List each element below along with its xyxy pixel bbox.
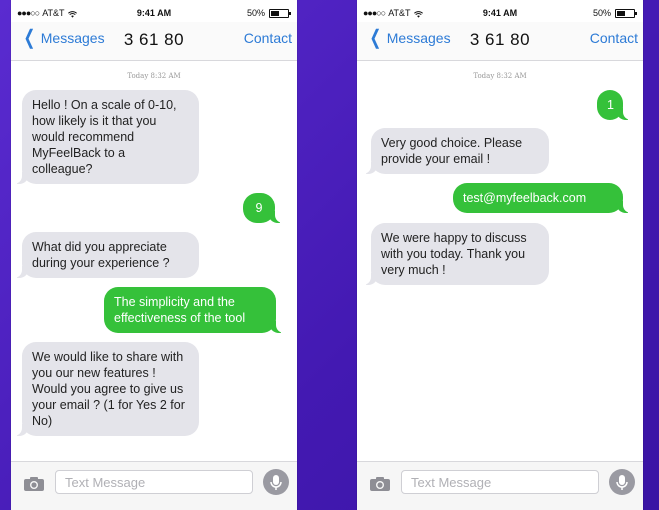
battery-icon (269, 8, 291, 18)
battery-info: 50% (246, 8, 291, 18)
message-text: We would like to share with you our new … (32, 350, 185, 428)
contact-button[interactable]: Contact (590, 30, 638, 46)
contact-button[interactable]: Contact (244, 30, 292, 46)
thread-timestamp: Today 8:32 AM (473, 72, 527, 80)
thread-timestamp: Today 8:32 AM (127, 72, 181, 80)
message-text: Very good choice. Please provide your em… (381, 136, 523, 166)
microphone-icon (616, 475, 628, 490)
message-text: The simplicity and the effectiveness of … (114, 295, 246, 325)
message-incoming: We were happy to discuss with you today.… (361, 223, 549, 285)
message-input[interactable]: Text Message (55, 470, 253, 494)
message-outgoing: 1 (597, 90, 633, 120)
phone-screen-right: ●●●○○ AT&T 9:41 AM 50% ❮ Messages 3 61 8… (357, 0, 643, 510)
message-incoming: We would like to share with you our new … (12, 342, 199, 436)
battery-fill (271, 10, 279, 16)
message-text: What did you appreciate during your expe… (32, 240, 170, 270)
message-text: Hello ! On a scale of 0-10, how likely i… (32, 98, 177, 176)
battery-percent: 50% (592, 8, 611, 18)
message-text: 9 (255, 201, 263, 215)
nav-bar: ❮ Messages 3 61 80 Contact (357, 22, 643, 61)
message-incoming: Hello ! On a scale of 0-10, how likely i… (12, 90, 199, 184)
message-outgoing: The simplicity and the effectiveness of … (104, 287, 286, 333)
message-text: test@myfeelback.com (463, 191, 587, 205)
message-outgoing: test@myfeelback.com (453, 183, 633, 213)
nav-bar: ❮ Messages 3 61 80 Contact (11, 22, 297, 61)
microphone-button[interactable] (263, 469, 289, 495)
camera-icon[interactable] (23, 476, 45, 492)
message-incoming: What did you appreciate during your expe… (12, 232, 199, 278)
message-thread: Today 8:32 AM Hello ! On a scale of 0-10… (11, 61, 297, 462)
message-thread: Today 8:32 AM 1 Very good choice. Please… (357, 61, 643, 462)
message-text: 1 (607, 98, 614, 112)
message-text: We were happy to discuss with you today.… (381, 231, 527, 277)
battery-icon (615, 8, 637, 18)
battery-fill (617, 10, 625, 16)
status-bar: ●●●○○ AT&T 9:41 AM 50% (11, 0, 297, 22)
message-composer: Text Message (11, 461, 297, 510)
message-input[interactable]: Text Message (401, 470, 599, 494)
microphone-button[interactable] (609, 469, 635, 495)
phone-screen-left: ●●●○○ AT&T 9:41 AM 50% ❮ Messages 3 61 8… (11, 0, 297, 510)
message-outgoing: 9 (243, 193, 285, 223)
microphone-icon (270, 475, 282, 490)
status-bar: ●●●○○ AT&T 9:41 AM 50% (357, 0, 643, 22)
message-composer: Text Message (357, 461, 643, 510)
battery-info: 50% (592, 8, 637, 18)
message-incoming: Very good choice. Please provide your em… (361, 128, 549, 174)
camera-icon[interactable] (369, 476, 391, 492)
battery-percent: 50% (246, 8, 265, 18)
